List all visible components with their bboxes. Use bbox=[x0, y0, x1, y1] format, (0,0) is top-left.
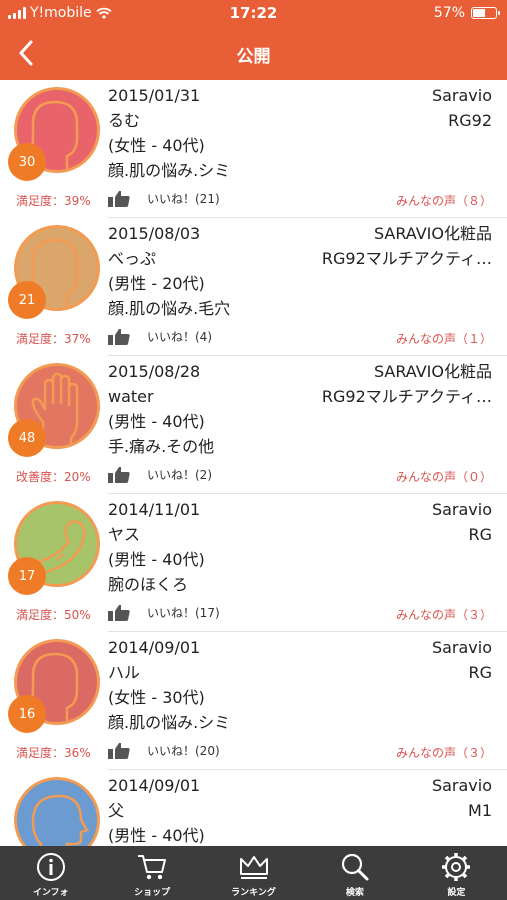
review-topic: 顔.肌の悩み.毛穴 bbox=[108, 299, 231, 318]
review-date: 2014/09/01 bbox=[108, 638, 201, 657]
review-item[interactable]: 16 満足度：36% 2014/09/01 ハル (女性 - 30代) 顔.肌の… bbox=[0, 632, 507, 770]
product-name: RG92マルチアクティ… bbox=[321, 387, 492, 406]
review-topic: 手.痛み.その他 bbox=[108, 437, 215, 456]
tab-label: 設定 bbox=[447, 888, 466, 898]
product-name: RG bbox=[468, 525, 492, 544]
tab-label: インフォ bbox=[32, 888, 69, 898]
rating-text: 満足度：39% bbox=[16, 194, 91, 208]
thumbs-up-icon bbox=[108, 190, 136, 207]
review-topic: 顔.肌の悩み.シミ bbox=[108, 161, 231, 180]
battery-icon bbox=[471, 7, 500, 19]
review-date: 2014/09/01 bbox=[108, 776, 201, 795]
reviewer-gender-age: (男性 - 40代) bbox=[108, 550, 205, 569]
reviewer-gender-age: (男性 - 40代) bbox=[108, 412, 205, 431]
review-topic: 腕のほくろ bbox=[108, 575, 189, 594]
count-badge: 48 bbox=[8, 419, 46, 457]
avatar bbox=[14, 777, 100, 846]
product-maker: Saravio bbox=[431, 500, 492, 519]
product-maker: SARAVIO化粧品 bbox=[373, 362, 492, 381]
product-maker: Saravio bbox=[431, 776, 492, 795]
like-count: いいね！(17) bbox=[147, 606, 220, 620]
thumbs-up-icon bbox=[108, 604, 136, 621]
like-count: いいね！(21) bbox=[147, 192, 220, 206]
tab-ranking[interactable]: ランキング bbox=[203, 846, 304, 900]
rating-text: 改善度：20% bbox=[16, 470, 91, 484]
status-bar: Y!mobile 17:22 57% bbox=[0, 0, 507, 28]
count-badge: 17 bbox=[8, 557, 46, 595]
reviewer-gender-age: (男性 - 20代) bbox=[108, 274, 205, 293]
search-icon bbox=[341, 853, 369, 881]
tab-search[interactable]: 検索 bbox=[304, 846, 405, 900]
reviewer-name: 父 bbox=[108, 801, 125, 820]
like-count: いいね！(20) bbox=[147, 744, 220, 758]
info-icon bbox=[36, 853, 65, 881]
voices-link[interactable]: みんなの声（３） bbox=[396, 744, 492, 761]
voices-link[interactable]: みんなの声（８） bbox=[396, 192, 492, 209]
tab-bar: インフォ ショップ ランキング 検索 設定 bbox=[0, 846, 507, 900]
head-side-icon bbox=[31, 794, 89, 846]
count-badge: 30 bbox=[8, 143, 46, 181]
voices-link[interactable]: みんなの声（３） bbox=[396, 606, 492, 623]
reviewer-gender-age: (男性 - 40代) bbox=[108, 826, 205, 845]
review-item[interactable]: 48 改善度：20% 2015/08/28 water (男性 - 40代) 手… bbox=[0, 356, 507, 494]
thumbs-up-icon bbox=[108, 328, 136, 345]
review-date: 2015/08/28 bbox=[108, 362, 201, 381]
battery-percent: 57% bbox=[433, 5, 465, 21]
page-title: 公開 bbox=[236, 47, 271, 67]
tab-label: ランキング bbox=[231, 888, 276, 898]
review-item[interactable]: 30 満足度：39% 2015/01/31 るむ (女性 - 40代) 顔.肌の… bbox=[0, 80, 507, 218]
rating-text: 満足度：37% bbox=[16, 332, 91, 346]
reviewer-gender-age: (女性 - 30代) bbox=[108, 688, 205, 707]
tab-label: ショップ bbox=[134, 888, 171, 898]
clock: 17:22 bbox=[229, 4, 278, 22]
product-maker: Saravio bbox=[431, 86, 492, 105]
tab-shop[interactable]: ショップ bbox=[101, 846, 202, 900]
product-maker: Saravio bbox=[431, 638, 492, 657]
product-maker: SARAVIO化粧品 bbox=[373, 224, 492, 243]
navigation-bar: 公開 bbox=[0, 28, 507, 80]
count-badge: 21 bbox=[8, 281, 46, 319]
like-button[interactable]: いいね！(21) bbox=[108, 190, 220, 207]
voices-link[interactable]: みんなの声（０） bbox=[396, 468, 492, 485]
gear-icon bbox=[442, 853, 471, 881]
review-date: 2014/11/01 bbox=[108, 500, 201, 519]
reviewer-gender-age: (女性 - 40代) bbox=[108, 136, 205, 155]
review-date: 2015/08/03 bbox=[108, 224, 201, 243]
like-count: いいね！(4) bbox=[147, 330, 212, 344]
cart-icon bbox=[138, 855, 167, 880]
thumbs-up-icon bbox=[108, 742, 136, 759]
review-item[interactable]: 2014/09/01 父 (男性 - 40代) Saravio M1 bbox=[0, 770, 507, 846]
review-item[interactable]: 17 満足度：50% 2014/11/01 ヤス (男性 - 40代) 腕のほく… bbox=[0, 494, 507, 632]
tab-info[interactable]: インフォ bbox=[0, 846, 101, 900]
crown-icon bbox=[239, 856, 268, 879]
count-badge: 16 bbox=[8, 695, 46, 733]
tab-settings[interactable]: 設定 bbox=[406, 846, 507, 900]
reviewer-name: water bbox=[108, 387, 154, 406]
reviewer-name: べっぷ bbox=[108, 249, 157, 268]
review-item[interactable]: 21 満足度：37% 2015/08/03 べっぷ (男性 - 20代) 顔.肌… bbox=[0, 218, 507, 356]
like-count: いいね！(2) bbox=[147, 468, 212, 482]
product-name: RG bbox=[468, 663, 492, 682]
rating-text: 満足度：36% bbox=[16, 746, 91, 760]
reviewer-name: ハル bbox=[108, 663, 141, 682]
review-list[interactable]: 30 満足度：39% 2015/01/31 るむ (女性 - 40代) 顔.肌の… bbox=[0, 80, 507, 846]
voices-link[interactable]: みんなの声（１） bbox=[396, 330, 492, 347]
product-name: RG92 bbox=[448, 111, 492, 130]
reviewer-name: ヤス bbox=[108, 525, 141, 544]
like-button[interactable]: いいね！(2) bbox=[108, 466, 212, 483]
like-button[interactable]: いいね！(17) bbox=[108, 604, 220, 621]
rating-text: 満足度：50% bbox=[16, 608, 91, 622]
product-name: RG92マルチアクティ… bbox=[321, 249, 492, 268]
review-date: 2015/01/31 bbox=[108, 86, 201, 105]
reviewer-name: るむ bbox=[108, 111, 141, 130]
like-button[interactable]: いいね！(20) bbox=[108, 742, 220, 759]
battery-area: 57% bbox=[433, 5, 500, 21]
review-topic: 顔.肌の悩み.シミ bbox=[108, 713, 231, 732]
product-name: M1 bbox=[468, 801, 492, 820]
like-button[interactable]: いいね！(4) bbox=[108, 328, 212, 345]
thumbs-up-icon bbox=[108, 466, 136, 483]
tab-label: 検索 bbox=[345, 888, 364, 898]
